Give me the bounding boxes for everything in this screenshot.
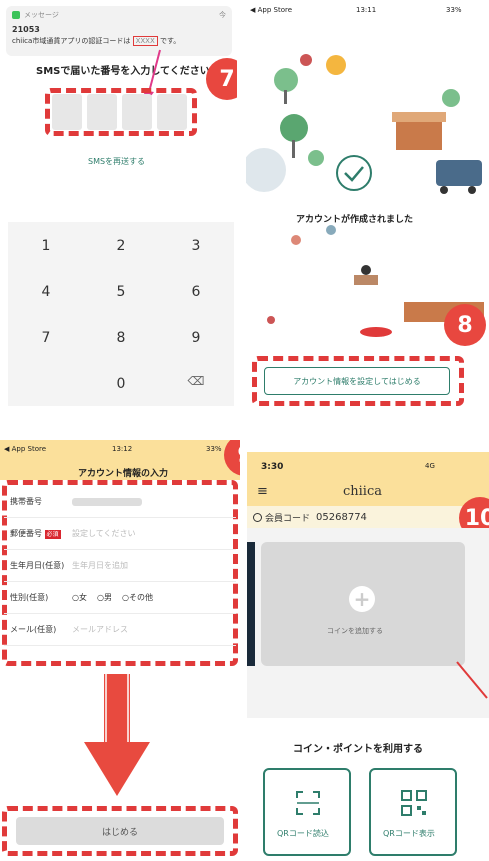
code-digit-2[interactable]	[87, 94, 117, 130]
panel-account-created: ◀ App Store 13:11 33% アカウントが作成されました 8 アカ…	[246, 0, 489, 410]
key-2[interactable]: 2	[83, 238, 159, 254]
postal-label: 郵便番号 必須	[10, 529, 61, 539]
status-left: ◀ App Store	[4, 445, 47, 453]
status-time: 3:30	[261, 462, 284, 472]
code-digit-3[interactable]	[122, 94, 152, 130]
postal-row[interactable]: 郵便番号 必須 設定してください	[4, 518, 236, 550]
postal-input[interactable]: 設定してください	[72, 528, 136, 539]
status-battery: 33%	[446, 6, 462, 14]
mail-row[interactable]: メール(任意) メールアドレス	[4, 614, 236, 646]
notif-time: 今	[219, 11, 226, 19]
notif-suffix: です。	[159, 37, 181, 45]
panel-account-form: ◀ App Store 13:12 33% アカウント情報の入力 9 携帯番号 …	[0, 440, 240, 861]
birth-row[interactable]: 生年月日(任意) 生年月日を追加	[4, 550, 236, 582]
key-7[interactable]: 7	[8, 330, 84, 346]
notif-body: chiica市域通貨アプリの認証コードは	[12, 37, 131, 45]
notif-code-highlight: XXXX	[132, 36, 158, 46]
start-with-account-button[interactable]: アカウント情報を設定してはじめる	[264, 367, 450, 395]
notif-code: 21053	[12, 25, 40, 34]
key-0[interactable]: 0	[83, 376, 159, 392]
status-network: 4G	[425, 462, 435, 470]
panel-home: 3:30 4G ≡ chiica 会員コード 05268774 10 + コイン…	[247, 440, 489, 861]
required-badge: 必須	[44, 530, 61, 539]
qr-show-button[interactable]: QRコード表示	[369, 768, 457, 856]
sms-title: SMSで届いた番号を入力してください	[36, 66, 210, 77]
key-6[interactable]: 6	[158, 284, 234, 300]
plus-icon: +	[349, 586, 375, 612]
key-1[interactable]: 1	[8, 238, 84, 254]
step-badge-8: 8	[444, 304, 486, 346]
red-line-decoration	[456, 661, 488, 699]
notification-banner[interactable]: メッセージ 今 21053 chiica市域通貨アプリの認証コードは XXXX …	[6, 6, 232, 56]
phone-value-blurred	[72, 497, 142, 506]
header-bar	[247, 452, 489, 508]
numeric-keypad: 1 2 3 4 5 6 7 8 9 0 ⌫	[8, 222, 234, 406]
status-battery: 33%	[206, 445, 222, 453]
qr-code-icon	[401, 790, 427, 816]
add-coin-card[interactable]: + コインを追加する	[261, 542, 465, 666]
step-badge-7: 7	[206, 58, 237, 100]
qr-scan-icon	[296, 791, 320, 815]
status-time: 13:11	[356, 6, 377, 14]
member-bar: 会員コード 05268774	[247, 506, 489, 528]
member-code-label: 会員コード	[265, 513, 311, 524]
down-arrow-icon	[84, 674, 150, 796]
add-coin-label: コインを追加する	[327, 627, 383, 635]
birth-label: 生年月日(任意)	[10, 561, 65, 570]
app-logo: chiica	[343, 484, 382, 499]
key-5[interactable]: 5	[83, 284, 159, 300]
status-left: ◀ App Store	[250, 6, 293, 14]
key-4[interactable]: 4	[8, 284, 84, 300]
code-digit-4[interactable]	[157, 94, 187, 130]
card-edge	[247, 542, 255, 666]
phone-label: 携帯番号	[10, 497, 42, 506]
gender-other-radio[interactable]: ○その他	[122, 592, 153, 603]
phone-row: 携帯番号	[4, 486, 236, 518]
gender-female-radio[interactable]: ○女	[72, 592, 87, 603]
backspace-icon[interactable]: ⌫	[158, 374, 234, 388]
code-digit-1[interactable]	[52, 94, 82, 130]
gender-row: 性別(任意) ○女 ○男 ○その他	[4, 582, 236, 614]
mail-input[interactable]: メールアドレス	[72, 624, 128, 635]
qr-read-label: QRコード読込	[277, 829, 329, 838]
panel-sms-verification: メッセージ 今 21053 chiica市域通貨アプリの認証コードは XXXX …	[0, 0, 237, 410]
qr-read-button[interactable]: QRコード読込	[263, 768, 351, 856]
key-8[interactable]: 8	[83, 330, 159, 346]
form-title: アカウント情報の入力	[78, 469, 169, 479]
member-code-value: 05268774	[316, 511, 367, 523]
user-circle-icon	[253, 512, 262, 522]
notif-app-name: メッセージ	[24, 11, 59, 19]
birth-input[interactable]: 生年月日を追加	[72, 560, 128, 571]
gender-label: 性別(任意)	[10, 593, 49, 602]
start-button[interactable]: はじめる	[16, 817, 224, 845]
status-time: 13:12	[112, 445, 133, 453]
use-coin-title: コイン・ポイントを利用する	[293, 744, 423, 755]
account-created-text: アカウントが作成されました	[296, 215, 414, 225]
gender-male-radio[interactable]: ○男	[97, 592, 112, 603]
check-circle-icon	[336, 155, 372, 191]
mail-label: メール(任意)	[10, 625, 57, 634]
messages-icon	[12, 11, 20, 19]
resend-sms-link[interactable]: SMSを再送する	[88, 156, 145, 167]
key-3[interactable]: 3	[158, 238, 234, 254]
qr-show-label: QRコード表示	[383, 829, 435, 838]
key-9[interactable]: 9	[158, 330, 234, 346]
menu-icon[interactable]: ≡	[257, 484, 268, 499]
